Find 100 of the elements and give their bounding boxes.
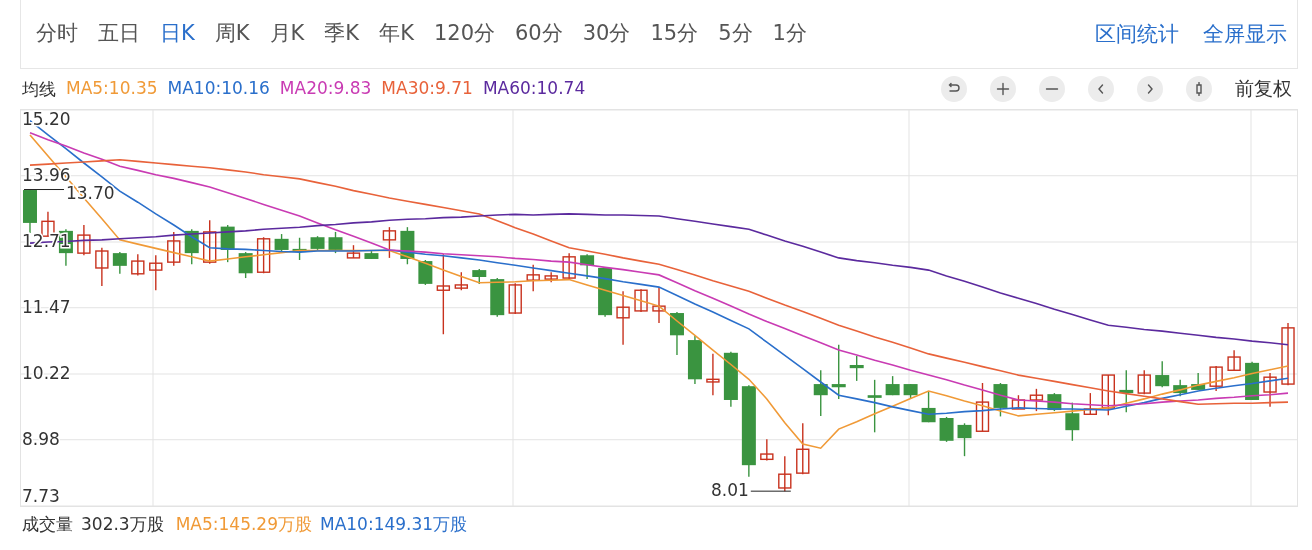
candlestick xyxy=(454,271,468,291)
candlestick xyxy=(310,235,325,251)
candle-style-button[interactable] xyxy=(1186,76,1212,102)
candlestick xyxy=(706,353,720,396)
candlestick xyxy=(112,251,127,275)
candlestick xyxy=(1119,369,1134,413)
candlestick xyxy=(669,311,684,356)
candlestick xyxy=(652,286,666,324)
candlestick xyxy=(472,268,487,285)
y-axis-label: 11.47 xyxy=(22,296,71,317)
y-axis-label: 7.73 xyxy=(22,486,60,506)
candlestick xyxy=(1029,388,1044,412)
candlestick xyxy=(634,288,648,313)
candlestick xyxy=(220,224,235,263)
candlestick xyxy=(1173,379,1188,397)
candlestick xyxy=(1281,322,1295,386)
candlestick xyxy=(778,455,792,492)
candlestick xyxy=(1011,394,1026,410)
scroll-right-button[interactable] xyxy=(1137,76,1163,102)
period-tab[interactable]: 1分 xyxy=(763,0,816,68)
candlestick xyxy=(382,226,397,259)
candlestick xyxy=(1209,365,1223,392)
period-tab[interactable]: 月K xyxy=(260,0,314,68)
candlestick xyxy=(328,231,343,254)
candlestick xyxy=(1101,374,1115,417)
candlestick xyxy=(418,259,433,286)
candlestick xyxy=(1263,372,1277,408)
header-link[interactable]: 区间统计 xyxy=(1095,20,1179,48)
candlestick xyxy=(1155,360,1170,388)
period-tab[interactable]: 60分 xyxy=(506,0,572,68)
candlestick xyxy=(1227,349,1241,371)
period-tab[interactable]: 五日 xyxy=(89,0,149,68)
candlestick xyxy=(1191,372,1206,391)
volume-average-value: MA5:145.29万股 xyxy=(175,513,312,536)
reset-button[interactable] xyxy=(941,76,967,102)
candlestick xyxy=(921,391,936,423)
candlestick xyxy=(813,369,828,417)
candlestick xyxy=(238,251,253,279)
moving-average-value: MA60:10.74 xyxy=(482,77,586,100)
candlestick xyxy=(975,382,990,432)
header-link[interactable]: 全屏显示 xyxy=(1203,20,1287,48)
candlestick xyxy=(885,375,900,396)
candlestick xyxy=(867,379,882,433)
candlestick xyxy=(167,231,181,267)
candlestick xyxy=(346,244,361,259)
candlestick xyxy=(939,416,954,443)
candlestick xyxy=(1137,369,1151,395)
candlestick xyxy=(760,438,774,462)
candlestick xyxy=(149,254,163,291)
candlestick xyxy=(687,335,702,385)
plus-icon xyxy=(996,82,1010,96)
candlestick xyxy=(562,252,576,280)
y-axis-label: 15.20 xyxy=(22,110,71,129)
volume-average-value: MA10:149.31万股 xyxy=(320,513,468,536)
candlestick xyxy=(131,253,145,277)
volume-label: 成交量 xyxy=(22,513,73,536)
y-axis-label: 10.22 xyxy=(22,363,71,383)
candlestick xyxy=(831,344,846,400)
moving-average-value: MA30:9.71 xyxy=(381,77,473,100)
moving-average-value: MA20:9.83 xyxy=(279,77,372,100)
candlestick xyxy=(616,290,630,346)
period-tab[interactable]: 30分 xyxy=(573,0,640,68)
candlestick xyxy=(1065,401,1080,442)
period-tab[interactable]: 年K xyxy=(370,0,423,68)
candlestick xyxy=(957,422,972,457)
zoom-out-button[interactable] xyxy=(1039,76,1065,102)
candlestick xyxy=(508,282,522,315)
scroll-left-button[interactable] xyxy=(1088,76,1114,102)
period-tab[interactable]: 分时 xyxy=(27,0,87,68)
candlestick xyxy=(23,188,37,234)
price-adjustment-dropdown[interactable]: 前复权 xyxy=(1235,76,1298,102)
legend-label: 均线 xyxy=(22,77,56,101)
candlestick xyxy=(256,236,271,274)
candlestick xyxy=(849,355,864,382)
y-axis-label: 8.98 xyxy=(22,428,60,449)
zoom-in-button[interactable] xyxy=(990,76,1016,102)
candlestick xyxy=(203,219,217,265)
candlestick xyxy=(364,249,379,260)
candlestick xyxy=(292,237,307,261)
period-tab[interactable]: 日K xyxy=(151,0,204,68)
annotation: 8.01 xyxy=(710,480,749,501)
period-tab[interactable]: 周K xyxy=(205,0,259,68)
period-tab[interactable]: 120分 xyxy=(424,0,504,68)
moving-average-value: MA5:10.35 xyxy=(66,77,158,100)
candlestick xyxy=(400,226,415,265)
volume-value: 302.3万股 xyxy=(81,513,164,536)
candlestick xyxy=(95,247,109,287)
candlestick xyxy=(580,253,595,280)
candlestick xyxy=(544,271,558,283)
candlestick xyxy=(796,422,810,475)
candlestick xyxy=(184,228,199,265)
period-tab[interactable]: 季K xyxy=(315,0,369,68)
moving-average-value: MA10:10.16 xyxy=(167,77,270,100)
candlestick xyxy=(1083,392,1097,415)
period-tab[interactable]: 5分 xyxy=(709,0,762,68)
candlestick xyxy=(490,277,505,318)
candlestick xyxy=(993,382,1008,418)
candlestick xyxy=(903,383,918,400)
candlestick xyxy=(77,224,91,256)
period-tab[interactable]: 15分 xyxy=(641,0,708,68)
